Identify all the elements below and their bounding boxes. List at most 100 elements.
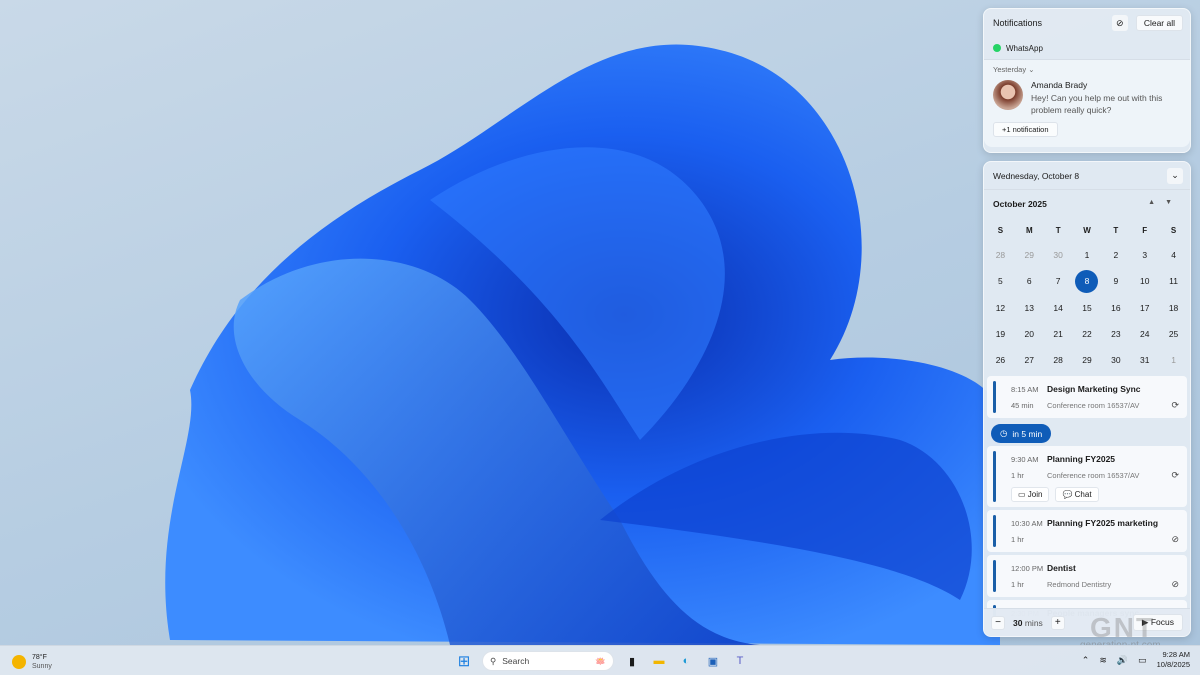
file-explorer-icon[interactable]: ▬ [650, 652, 668, 670]
calendar-day[interactable]: 31 [1130, 347, 1159, 373]
focus-bar: − 30 mins + ▶ Focus [984, 608, 1190, 636]
chat-button[interactable]: 💬 Chat [1055, 487, 1099, 503]
day-number: 4 [1171, 250, 1176, 261]
search-box[interactable]: ⚲ Search 🪷 [482, 651, 614, 671]
weather-widget[interactable]: 78°F Sunny [12, 653, 52, 671]
collapse-chevron-icon[interactable]: ⌄ [1167, 167, 1183, 184]
group-label[interactable]: Yesterday ⌄ [993, 65, 1181, 74]
day-number: 24 [1139, 329, 1150, 340]
event-location: Conference room 16537/AV [1047, 400, 1140, 410]
sync-icon: ⟳ [1171, 399, 1179, 410]
calendar-day[interactable]: 6 [1015, 268, 1044, 294]
calendar-day[interactable]: 5 [986, 268, 1015, 294]
calendar-day[interactable]: 28 [986, 242, 1015, 268]
day-number: 22 [1082, 329, 1092, 340]
battery-icon[interactable]: ▭ [1138, 655, 1147, 666]
calendar-day[interactable]: 22 [1073, 321, 1102, 347]
calendar-day[interactable]: 25 [1159, 321, 1188, 347]
clock-icon: ◷ [1000, 428, 1008, 439]
lotus-icon: 🪷 [595, 655, 606, 666]
calendar-day[interactable]: 9 [1101, 268, 1130, 294]
event-title: Planning FY2025 [1047, 454, 1116, 465]
upcoming-pill[interactable]: ◷ in 5 min [991, 424, 1052, 444]
sun-icon [12, 655, 26, 669]
calendar-day[interactable]: 27 [1015, 347, 1044, 373]
join-button[interactable]: ▭ Join [1011, 487, 1050, 503]
show-hidden-icons[interactable]: ⌃ [1082, 655, 1090, 666]
decrease-button[interactable]: − [991, 615, 1005, 630]
day-number: 11 [1169, 276, 1178, 287]
calendar-day[interactable]: 12 [986, 295, 1015, 321]
calendar-day[interactable]: 24 [1130, 321, 1159, 347]
focus-unit: mins [1024, 617, 1043, 628]
clock[interactable]: 9:28 AM 10/8/2025 [1157, 650, 1190, 670]
calendar-day[interactable]: 10 [1130, 268, 1159, 294]
task-view-icon[interactable]: ▮ [623, 652, 641, 670]
calendar-day[interactable]: 15 [1073, 295, 1102, 321]
calendar-day[interactable]: 1 [1159, 347, 1188, 373]
next-month-icon[interactable]: ▼ [1165, 199, 1182, 206]
clear-all-button[interactable]: Clear all [1135, 15, 1183, 31]
event-title: Planning FY2025 marketing [1047, 518, 1159, 529]
weekday-header: T [1113, 225, 1119, 235]
calendar-day[interactable]: 30 [1101, 347, 1130, 373]
calendar-day[interactable]: 21 [1044, 321, 1073, 347]
calendar-day[interactable]: 17 [1130, 295, 1159, 321]
calendar-day[interactable]: 29 [1073, 347, 1102, 373]
event-detail-row: 45 min Conference room 16537/AV ⟳ [1011, 397, 1179, 413]
volume-icon[interactable]: 🔊 [1117, 655, 1128, 666]
wallpaper-bloom [165, 44, 1000, 645]
chat-label: Chat [1074, 490, 1092, 500]
calendar-day[interactable]: 26 [986, 347, 1015, 373]
event-card[interactable]: 10:30 AM Planning FY2025 marketing 1 hr ⊘ [987, 510, 1187, 553]
start-button[interactable]: ⊞ [455, 652, 473, 670]
calendar-day[interactable]: 16 [1101, 295, 1130, 321]
day-number: 25 [1168, 329, 1179, 340]
search-placeholder: Search [502, 656, 530, 666]
calendar-day[interactable]: 30 [1044, 242, 1073, 268]
do-not-disturb-icon[interactable]: ⊘ [1111, 15, 1128, 31]
taskbar: 78°F Sunny ⊞ ⚲ Search 🪷 ▮ ▬ ◐ ▣ T ⌃ ≋ 🔊 ▭ 9… [0, 645, 1200, 675]
whatsapp-icon [993, 44, 1001, 52]
date-header: Wednesday, October 8 [993, 170, 1080, 181]
more-notifications-button[interactable]: +1 notification [993, 122, 1058, 137]
day-number: 19 [995, 329, 1006, 340]
calendar-day[interactable]: 14 [1044, 295, 1073, 321]
calendar-day[interactable]: 28 [1044, 347, 1073, 373]
calendar-day[interactable]: 2 [1101, 242, 1130, 268]
calendar-day[interactable]: 11 [1159, 268, 1188, 294]
teams-icon[interactable]: T [731, 652, 749, 670]
day-number: 3 [1142, 250, 1148, 261]
avatar [993, 80, 1023, 110]
calendar-grid: S M T W T F S 28 29 30 1 2 3 4 5 6 7 8 9 10 11 12 13 14 15 16 17 18… [984, 218, 1190, 373]
calendar-day[interactable]: 20 [1015, 321, 1044, 347]
event-title-row: 12:00 PM Dentist [1011, 560, 1179, 576]
event-title: Design Marketing Sync [1047, 384, 1141, 395]
calendar-day[interactable]: 18 [1159, 295, 1188, 321]
increase-button[interactable]: + [1050, 615, 1065, 630]
event-duration: 1 hr [1011, 534, 1024, 544]
calendar-day[interactable]: 3 [1130, 242, 1159, 268]
store-icon[interactable]: ▣ [704, 652, 722, 670]
prev-month-icon[interactable]: ▲ [1148, 199, 1165, 206]
calendar-day[interactable]: 4 [1159, 242, 1188, 268]
day-number: 30 [1053, 250, 1063, 261]
notification-card[interactable]: Yesterday ⌄ Amanda Brady Hey! Can you he… [984, 59, 1190, 147]
wifi-icon[interactable]: ≋ [1099, 655, 1107, 666]
calendar-day[interactable]: 1 [1073, 242, 1102, 268]
calendar-day-today[interactable]: 8 [1073, 268, 1102, 294]
day-number: 1 [1084, 250, 1090, 261]
event-card[interactable]: 9:30 AM Planning FY2025 1 hr Conference roo… [987, 446, 1187, 508]
calendar-day[interactable]: 29 [1015, 242, 1044, 268]
calendar-day[interactable]: 7 [1044, 268, 1073, 294]
calendar-day[interactable]: 23 [1101, 321, 1130, 347]
event-card[interactable]: 12:00 PM Dentist 1 hr Redmond Dentistry ⊘ [987, 555, 1187, 598]
edge-icon[interactable]: ◐ [677, 652, 695, 670]
event-card[interactable]: 8:15 AM Design Marketing Sync 45 min Confer… [987, 376, 1187, 419]
day-number: 28 [1053, 355, 1063, 366]
event-time: 10:30 AM [1011, 518, 1043, 528]
focus-duration: 30 [1013, 617, 1023, 628]
calendar-day[interactable]: 19 [986, 321, 1015, 347]
calendar-day[interactable]: 13 [1015, 295, 1044, 321]
event-time: 12:00 PM [1011, 563, 1044, 573]
